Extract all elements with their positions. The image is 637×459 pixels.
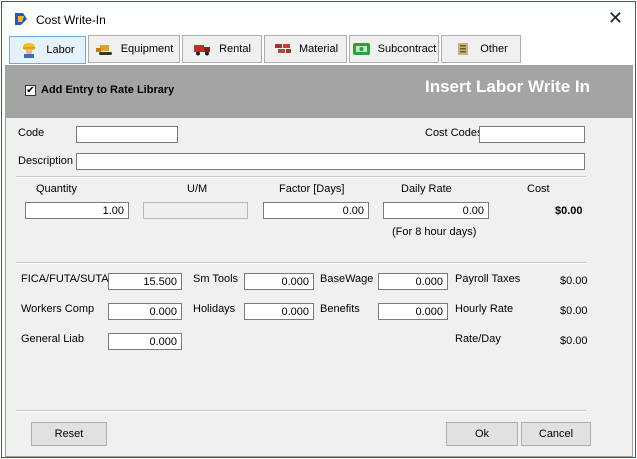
quantity-input[interactable]: 1.00 [25, 202, 129, 219]
tab-subcontract-label: Subcontract [377, 43, 437, 55]
payroll-taxes-value: $0.00 [560, 275, 588, 287]
ok-button[interactable]: Ok [446, 422, 518, 446]
app-logo-icon [13, 11, 29, 27]
cost-codes-input[interactable] [479, 126, 585, 143]
um-input [143, 202, 248, 219]
cost-codes-label: Cost Codes [425, 127, 483, 139]
daily-rate-note: (For 8 hour days) [392, 226, 477, 238]
window-title: Cost Write-In [36, 13, 106, 27]
bulldozer-icon [95, 41, 115, 57]
workers-comp-label: Workers Comp [21, 303, 95, 315]
subcontract-icon [352, 41, 372, 57]
other-icon [454, 41, 474, 57]
workers-comp-input[interactable]: 0.000 [108, 303, 182, 320]
add-to-rate-library-checkbox[interactable]: ✔ Add Entry to Rate Library [25, 84, 174, 96]
basewage-label: BaseWage [320, 273, 374, 285]
factor-input[interactable]: 0.00 [263, 202, 369, 219]
quantity-label: Quantity [36, 183, 77, 195]
general-liab-input[interactable]: 0.000 [108, 333, 182, 350]
code-label: Code [18, 127, 45, 139]
description-label: Description [18, 155, 74, 167]
worker-icon [20, 42, 40, 58]
hourly-rate-value: $0.00 [560, 305, 588, 317]
tab-rental[interactable]: Rental [182, 35, 262, 63]
fica-label: FICA/FUTA/SUTA [21, 273, 109, 285]
title-bar: Cost Write-In ✕ [2, 2, 635, 32]
rental-truck-icon [193, 41, 213, 57]
sm-tools-input[interactable]: 0.000 [244, 273, 314, 290]
tab-labor[interactable]: Labor [9, 36, 86, 64]
benefits-label: Benefits [320, 303, 360, 315]
basewage-input[interactable]: 0.000 [378, 273, 448, 290]
factor-label: Factor [Days] [279, 183, 345, 195]
tab-bar: Labor Equipment Rental Material Subcontr… [5, 35, 633, 65]
description-input[interactable] [76, 153, 585, 170]
tab-other[interactable]: Other [441, 35, 521, 63]
code-input[interactable] [76, 126, 178, 143]
general-liab-label: General Liab [21, 333, 84, 345]
reset-button[interactable]: Reset [31, 422, 107, 446]
tab-rental-label: Rental [219, 43, 251, 55]
divider-bottom [16, 410, 586, 412]
divider-top [16, 176, 586, 178]
rate-day-value: $0.00 [560, 335, 588, 347]
holidays-input[interactable]: 0.000 [244, 303, 314, 320]
tab-subcontract[interactable]: Subcontract [349, 35, 439, 63]
cancel-button[interactable]: Cancel [521, 422, 591, 446]
tab-other-label: Other [480, 43, 508, 55]
tab-material-label: Material [298, 43, 339, 55]
cost-label: Cost [527, 183, 550, 195]
checkbox-box[interactable]: ✔ [25, 84, 36, 96]
divider-middle [16, 262, 586, 264]
sm-tools-label: Sm Tools [193, 273, 239, 285]
tab-labor-label: Labor [46, 44, 75, 56]
benefits-input[interactable]: 0.000 [378, 303, 448, 320]
checkbox-label: Add Entry to Rate Library [41, 84, 175, 96]
hourly-rate-label: Hourly Rate [455, 303, 514, 315]
daily-rate-label: Daily Rate [401, 183, 452, 195]
header-banner: ✔ Add Entry to Rate Library Insert Labor… [6, 66, 632, 118]
page-title: Insert Labor Write In [425, 77, 590, 96]
daily-rate-input[interactable]: 0.00 [383, 202, 489, 219]
cost-write-in-dialog: Cost Write-In ✕ Labor Equipment Rental M… [1, 1, 636, 458]
payroll-taxes-label: Payroll Taxes [455, 273, 521, 285]
um-label: U/M [187, 183, 208, 195]
bricks-icon [273, 41, 293, 57]
rate-day-label: Rate/Day [455, 333, 501, 345]
fica-input[interactable]: 15.500 [108, 273, 182, 290]
holidays-label: Holidays [193, 303, 236, 315]
cost-value: $0.00 [555, 205, 583, 217]
tab-equipment-label: Equipment [120, 43, 174, 55]
tab-content-panel: ✔ Add Entry to Rate Library Insert Labor… [5, 65, 633, 457]
tab-material[interactable]: Material [264, 35, 347, 63]
tab-equipment[interactable]: Equipment [88, 35, 180, 63]
close-icon[interactable]: ✕ [608, 9, 623, 27]
